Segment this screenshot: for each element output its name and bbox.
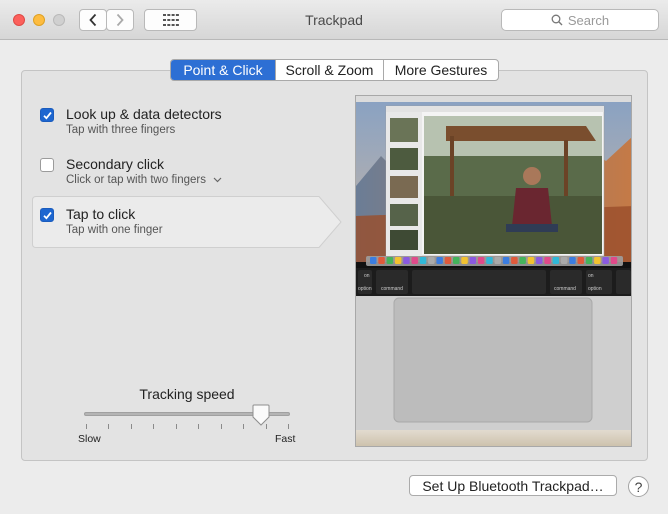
key-label-on-left: on bbox=[364, 273, 370, 279]
dock-app-icon bbox=[577, 257, 584, 264]
tab-point-and-click[interactable]: Point & Click bbox=[171, 60, 275, 80]
tracking-speed-slider-knob[interactable] bbox=[252, 404, 270, 426]
look-up-title: Look up & data detectors bbox=[66, 106, 222, 122]
slider-tick bbox=[175, 424, 177, 429]
secondary-click-subtitle-text: Click or tap with two fingers bbox=[66, 174, 206, 186]
help-button[interactable]: ? bbox=[628, 476, 649, 497]
dock-app-icon bbox=[527, 257, 535, 264]
tap-to-click-title: Tap to click bbox=[66, 206, 136, 222]
dock-app-icon bbox=[378, 257, 385, 264]
key-label-option-left: option bbox=[358, 286, 372, 292]
tracking-speed-max-label: Fast bbox=[275, 433, 296, 445]
selected-option-highlight bbox=[32, 196, 342, 248]
secondary-click-subtitle[interactable]: Click or tap with two fingers bbox=[66, 174, 222, 186]
search-placeholder: Search bbox=[567, 12, 610, 28]
key-label-command-left: command bbox=[381, 286, 403, 292]
dock-app-icon bbox=[610, 257, 618, 264]
slider-tick bbox=[288, 424, 289, 429]
tab-more-gestures[interactable]: More Gestures bbox=[383, 60, 498, 80]
search-field[interactable]: Search bbox=[501, 9, 659, 31]
dock-app-icon bbox=[552, 257, 560, 264]
slider-tick bbox=[86, 424, 87, 429]
dock-app-icon bbox=[602, 257, 609, 264]
dock-app-icon bbox=[386, 257, 394, 264]
tracking-speed-min-label: Slow bbox=[78, 433, 101, 445]
setup-bluetooth-trackpad-button[interactable]: Set Up Bluetooth Trackpad… bbox=[409, 475, 617, 496]
checkmark-icon bbox=[43, 111, 52, 120]
dock-app-icon bbox=[486, 257, 493, 264]
dock-app-icon bbox=[411, 257, 418, 264]
dock-app-icon bbox=[594, 257, 601, 264]
chevron-down-icon bbox=[213, 177, 222, 183]
look-up-checkbox[interactable] bbox=[40, 108, 54, 122]
dock-app-icon bbox=[502, 257, 510, 264]
dock-app-icon bbox=[519, 257, 526, 264]
checkmark-icon bbox=[43, 211, 52, 220]
title-bar: Trackpad Search bbox=[0, 0, 668, 40]
key-label-on-right: on bbox=[588, 273, 594, 279]
tap-to-click-subtitle: Tap with one finger bbox=[66, 224, 163, 236]
dock-app-icon bbox=[560, 257, 568, 264]
dock-app-icon bbox=[444, 257, 452, 264]
preview-illustration: on option command command on option bbox=[356, 96, 631, 446]
dock-app-icon bbox=[544, 257, 551, 264]
dock-app-icon bbox=[511, 257, 518, 264]
dock-app-icon bbox=[494, 257, 501, 264]
search-icon bbox=[551, 14, 563, 26]
dock-app-icon bbox=[370, 257, 377, 264]
tap-to-click-checkbox[interactable] bbox=[40, 208, 54, 222]
dock-app-icon bbox=[585, 257, 593, 264]
dock-app-icon bbox=[394, 257, 402, 264]
dock-app-icon bbox=[403, 257, 410, 264]
dock-app-icon bbox=[436, 257, 443, 264]
tab-scroll-and-zoom[interactable]: Scroll & Zoom bbox=[275, 60, 383, 80]
dock-app-icon bbox=[453, 257, 460, 264]
look-up-subtitle: Tap with three fingers bbox=[66, 124, 176, 136]
key-label-command-right: command bbox=[554, 286, 576, 292]
slider-tick bbox=[243, 424, 245, 429]
dock-app-icon bbox=[477, 257, 485, 264]
tracking-speed-label: Tracking speed bbox=[139, 386, 235, 402]
dock-app-icon bbox=[419, 257, 427, 264]
dock-app-icon bbox=[461, 257, 468, 264]
secondary-click-title: Secondary click bbox=[66, 156, 165, 172]
dock-app-icon bbox=[428, 257, 435, 264]
dock-app-icon bbox=[469, 257, 477, 264]
gesture-preview-image: on option command command on option bbox=[355, 95, 632, 447]
dock-app-icon bbox=[569, 257, 576, 264]
slider-tick bbox=[108, 424, 110, 429]
slider-tick bbox=[130, 424, 132, 429]
slider-tick bbox=[220, 424, 222, 429]
key-label-option-right: option bbox=[588, 286, 602, 292]
dock-app-icon bbox=[536, 257, 543, 264]
secondary-click-checkbox[interactable] bbox=[40, 158, 54, 172]
slider-tick bbox=[153, 424, 155, 429]
tab-bar: Point & Click Scroll & Zoom More Gesture… bbox=[170, 59, 499, 81]
slider-tick bbox=[198, 424, 200, 429]
